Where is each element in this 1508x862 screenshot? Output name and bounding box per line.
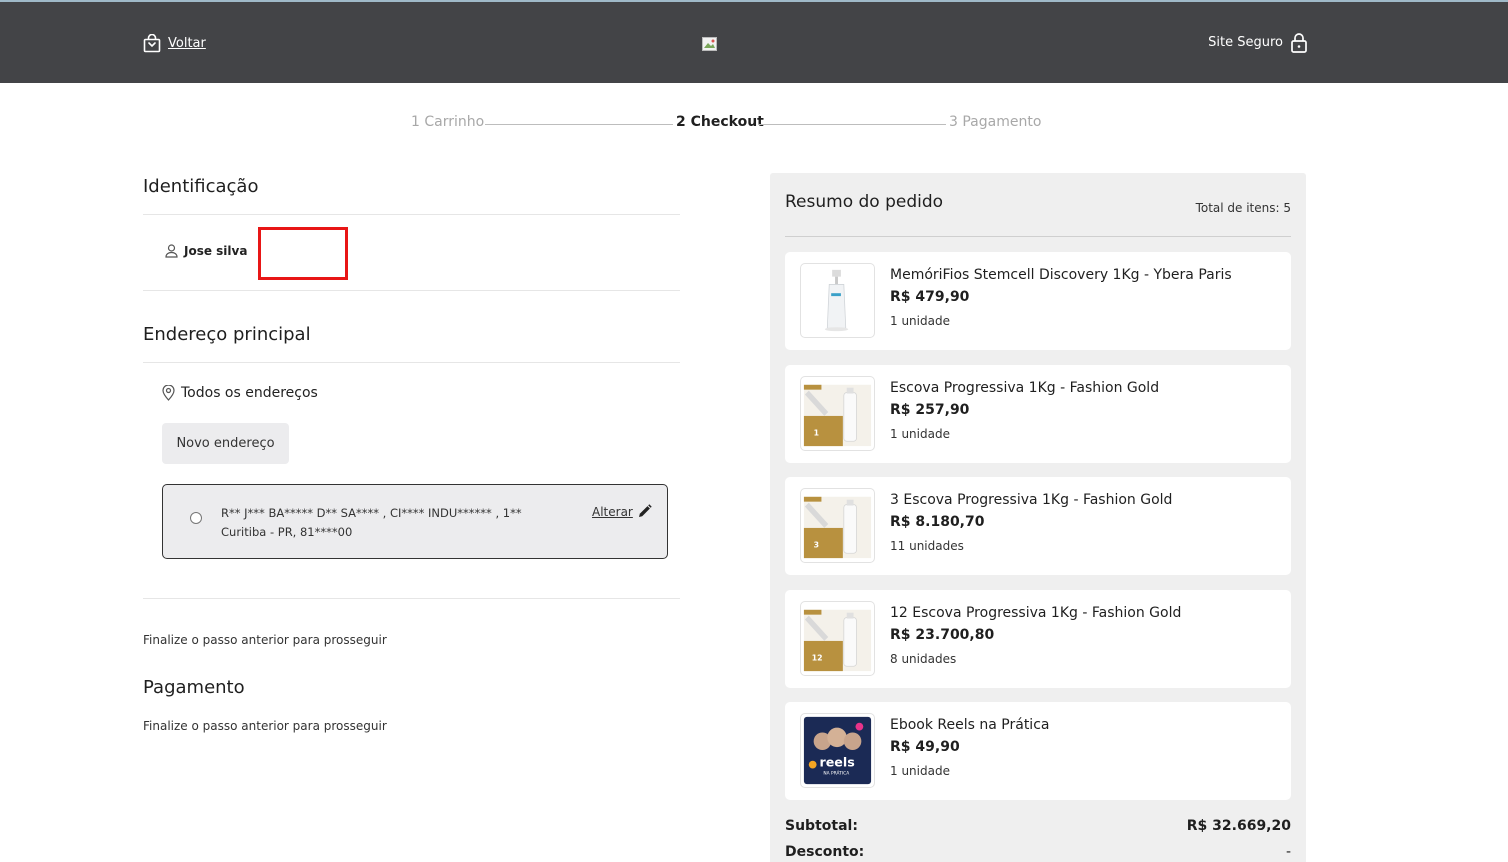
summary-item: reels NA PRÁTICA Ebook Reels na Prática … [785, 702, 1291, 800]
item-quantity: 11 unidades [890, 539, 964, 553]
user-name: Jose silva [184, 244, 248, 258]
new-address-button[interactable]: Novo endereço [162, 423, 289, 464]
shopping-bag-icon [143, 34, 161, 53]
subtotal-value: R$ 32.669,20 [1186, 818, 1291, 834]
item-price: R$ 49,90 [890, 739, 960, 755]
bottle-image [824, 269, 849, 332]
divider [143, 598, 680, 599]
gold-box-image: 3 [803, 496, 872, 559]
step-divider [485, 124, 673, 125]
item-price: R$ 257,90 [890, 402, 970, 418]
summary-title: Resumo do pedido [785, 192, 944, 212]
secure-label: Site Seguro [1208, 35, 1283, 50]
item-price: R$ 8.180,70 [890, 514, 985, 530]
discount-label: Desconto: [785, 844, 865, 860]
summary-item: 12 12 Escova Progressiva 1Kg - Fashion G… [785, 590, 1291, 688]
back-link[interactable]: Voltar [143, 34, 206, 53]
broken-image-icon[interactable] [702, 37, 717, 51]
summary-item: 3 3 Escova Progressiva 1Kg - Fashion Gol… [785, 477, 1291, 575]
product-thumbnail: reels NA PRÁTICA [800, 713, 875, 788]
item-quantity: 1 unidade [890, 427, 950, 441]
gold-box-image: 1 [803, 384, 872, 447]
product-thumbnail: 12 [800, 601, 875, 676]
item-quantity: 1 unidade [890, 314, 950, 328]
item-price: R$ 479,90 [890, 289, 970, 305]
address-title: Endereço principal [143, 324, 311, 345]
edit-address-label[interactable]: Alterar [592, 505, 633, 519]
subtotal-label: Subtotal: [785, 818, 858, 834]
summary-item: MemóriFios Stemcell Discovery 1Kg - Yber… [785, 252, 1291, 350]
thumb-label: 1 [814, 428, 819, 437]
summary-item: 1 Escova Progressiva 1Kg - Fashion Gold … [785, 365, 1291, 463]
back-label[interactable]: Voltar [168, 36, 206, 51]
order-summary: Resumo do pedido Total de itens: 5 Memór… [770, 173, 1306, 862]
user-icon [165, 244, 178, 258]
item-price: R$ 23.700,80 [890, 627, 995, 643]
user-info: Jose silva [165, 244, 247, 258]
step-checkout: 2 Checkout [676, 114, 764, 130]
address-step-note: Finalize o passo anterior para prossegui… [143, 633, 387, 647]
identification-title: Identificação [143, 176, 259, 197]
secure-site-badge: Site Seguro [1208, 32, 1308, 53]
divider [143, 214, 680, 215]
divider [143, 362, 680, 363]
product-thumbnail [800, 263, 875, 338]
item-name: Ebook Reels na Prática [890, 717, 1050, 733]
address-line-2: Curitiba - PR, 81****00 [221, 525, 353, 539]
all-addresses-label: Todos os endereços [181, 385, 318, 401]
checkout-steps: 1 Carrinho 2 Checkout 3 Pagamento [0, 114, 1508, 134]
divider [143, 290, 680, 291]
summary-total-items: Total de itens: 5 [1195, 201, 1291, 215]
highlight-box [258, 227, 348, 280]
payment-step-note: Finalize o passo anterior para prossegui… [143, 719, 387, 733]
lock-icon [1291, 33, 1307, 53]
thumb-label: 3 [814, 540, 819, 549]
item-quantity: 1 unidade [890, 764, 950, 778]
product-thumbnail: 3 [800, 488, 875, 563]
step-payment: 3 Pagamento [949, 114, 1042, 130]
map-pin-icon [162, 385, 175, 401]
header-bar: Voltar Site Seguro [0, 0, 1508, 83]
discount-value: - [1285, 844, 1291, 860]
divider [785, 236, 1291, 237]
all-addresses-heading: Todos os endereços [162, 385, 318, 401]
item-quantity: 8 unidades [890, 652, 957, 666]
gold-box-image: 12 [803, 609, 872, 672]
address-radio[interactable] [190, 512, 202, 524]
step-divider [758, 124, 946, 125]
payment-title: Pagamento [143, 677, 245, 698]
address-card[interactable]: R** J*** BA***** D** SA**** , CI**** IND… [162, 484, 668, 559]
item-name: 3 Escova Progressiva 1Kg - Fashion Gold [890, 492, 1173, 508]
pencil-icon[interactable] [637, 504, 652, 519]
edit-address-link[interactable]: Alterar [592, 504, 652, 519]
item-name: MemóriFios Stemcell Discovery 1Kg - Yber… [890, 267, 1232, 283]
thumb-label: 12 [812, 653, 823, 662]
ebook-cover-image: reels NA PRÁTICA [803, 716, 872, 785]
address-line-1: R** J*** BA***** D** SA**** , CI**** IND… [221, 506, 522, 520]
item-name: 12 Escova Progressiva 1Kg - Fashion Gold [890, 605, 1182, 621]
thumb-label: reels [819, 755, 854, 770]
step-cart: 1 Carrinho [411, 114, 485, 130]
item-name: Escova Progressiva 1Kg - Fashion Gold [890, 380, 1160, 396]
product-thumbnail: 1 [800, 376, 875, 451]
thumb-sublabel: NA PRÁTICA [823, 769, 849, 776]
